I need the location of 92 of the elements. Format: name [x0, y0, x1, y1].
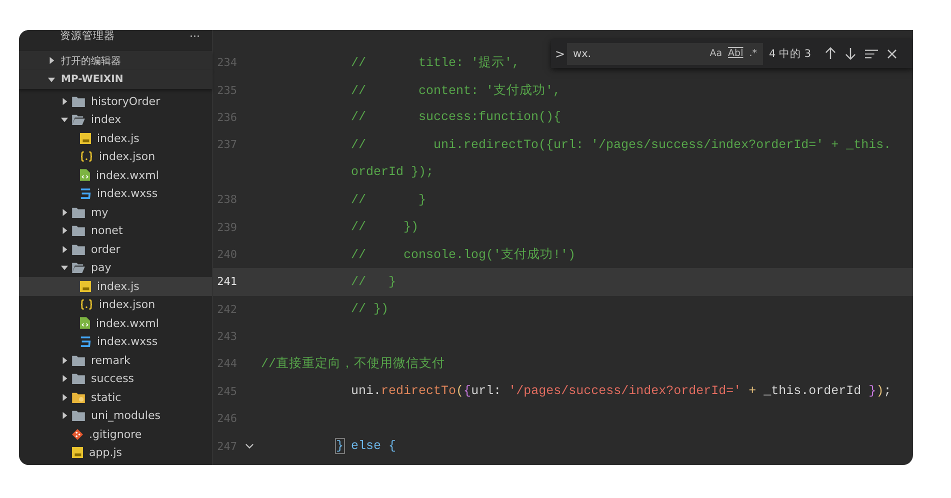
code-token: url: [471, 384, 502, 398]
file-item[interactable]: index.wxml [19, 166, 212, 184]
more-button[interactable]: ··· [190, 30, 200, 43]
code-token: else { [350, 439, 396, 454]
toggle-replace-button[interactable]: > [553, 46, 567, 60]
git-icon [72, 428, 83, 440]
code-comment: // } [351, 192, 426, 207]
folder-icon [72, 373, 85, 384]
match-case-button[interactable]: Aa [710, 48, 722, 59]
chevron-down-icon[interactable] [244, 443, 254, 450]
code-comment: // uni.redirectTo({url: '/pages/success/index?orderId=' + _this. [351, 138, 892, 152]
js-file-icon [80, 132, 91, 144]
folder-item[interactable]: uni_modules [19, 406, 212, 425]
caret-down-icon [48, 76, 55, 83]
css-file-icon [80, 336, 91, 348]
close-icon[interactable] [887, 48, 898, 58]
caret-right-icon [48, 57, 55, 64]
folder-item[interactable]: historyOrder [19, 92, 212, 110]
code-comment: // } [351, 274, 396, 289]
folder-item[interactable]: pay [19, 258, 212, 277]
braces-icon [80, 299, 93, 310]
code-file-icon [80, 169, 90, 182]
caret-right-icon [61, 412, 68, 420]
folder-icon [72, 244, 85, 255]
caret-right-icon [61, 375, 68, 382]
folder-item[interactable]: my [19, 203, 212, 222]
caret-down-icon [61, 116, 68, 124]
arrow-up-icon[interactable] [825, 47, 836, 60]
caret-right-icon [61, 246, 68, 253]
whole-word-button[interactable]: Abl [728, 48, 744, 59]
code-comment: orderId }); [351, 165, 434, 180]
line-number: 241 [216, 275, 237, 288]
code-token: { [464, 384, 472, 398]
caret-down-icon [61, 264, 68, 272]
code-token: _this.orderId [764, 384, 862, 398]
js-file-icon [72, 447, 83, 458]
file-item[interactable]: app.js [19, 444, 212, 462]
code-token: } [336, 439, 344, 454]
folder-item[interactable]: success [19, 370, 212, 388]
code-token: } [868, 384, 876, 398]
code-comment: // }) [351, 220, 419, 234]
code-token: redirectTo [381, 384, 456, 398]
folder-icon [72, 225, 85, 236]
code-comment: // title: '提示', [351, 56, 520, 70]
file-item[interactable]: index.js [19, 277, 212, 296]
section-header[interactable]: 打开的编辑器 [19, 51, 212, 70]
folder-icon [72, 354, 85, 366]
caret-right-icon [61, 98, 68, 105]
caret-right-icon [61, 356, 68, 364]
folder-item[interactable]: nonet [19, 222, 212, 240]
folder-icon [72, 206, 85, 218]
code-token: '/pages/success/index?orderId=' [508, 384, 742, 398]
folder-item[interactable]: static [19, 388, 212, 406]
folder-item[interactable]: order [19, 240, 212, 258]
code-comment: // success:function(){ [351, 110, 562, 124]
folder-icon [72, 392, 85, 403]
folder-item[interactable]: remark [19, 351, 212, 370]
braces-icon [80, 151, 93, 162]
file-item[interactable]: index.json [19, 148, 212, 166]
file-item[interactable]: index.js [19, 129, 212, 148]
code-token: ) [876, 384, 884, 398]
folder-icon [72, 96, 85, 107]
find-input-field[interactable]: wx. Aa Abl .* [567, 42, 763, 64]
code-comment: // console.log('支付成功!') [351, 248, 576, 262]
css-file-icon [80, 188, 91, 200]
match-count: 4 中的 3 [769, 46, 812, 60]
file-item[interactable]: index.json [19, 296, 212, 314]
folder-icon [72, 410, 85, 422]
lines-icon[interactable] [865, 48, 878, 58]
code-comment: // }) [351, 302, 389, 316]
code-token: uni. [351, 384, 382, 398]
caret-right-icon [61, 208, 68, 216]
file-item[interactable]: index.wxss [19, 184, 212, 203]
file-item[interactable]: .gitignore [19, 425, 212, 444]
code-comment: // content: '支付成功', [351, 84, 561, 98]
file-item[interactable]: index.wxss [19, 332, 212, 351]
code-token: ; [884, 384, 892, 398]
code-comment: //直接重定向，不使用微信支付 [261, 357, 446, 372]
code-token: + [748, 384, 758, 398]
caret-right-icon [61, 394, 68, 401]
caret-right-icon [61, 227, 68, 234]
folder-item[interactable]: index [19, 110, 212, 129]
code-token: ( [456, 384, 464, 398]
file-item[interactable]: index.wxml [19, 314, 212, 332]
folder-icon [72, 114, 85, 126]
explorer-title: 资源管理器 [60, 30, 115, 43]
js-file-icon [80, 280, 91, 292]
arrow-down-icon[interactable] [845, 47, 856, 60]
folder-icon [72, 262, 85, 274]
regex-button[interactable]: .* [749, 48, 757, 59]
code-file-icon [80, 317, 90, 330]
section-header[interactable]: MP-WEIXIN [19, 70, 212, 89]
